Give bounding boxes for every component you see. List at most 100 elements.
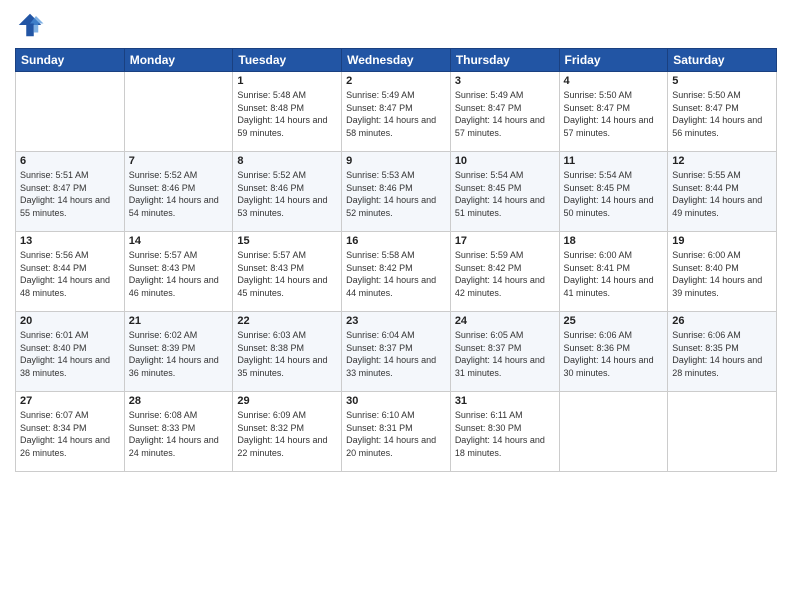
day-number: 16 <box>346 235 446 247</box>
cell-info: Sunrise: 6:04 AMSunset: 8:37 PMDaylight:… <box>346 329 446 379</box>
calendar-cell: 16 Sunrise: 5:58 AMSunset: 8:42 PMDayligh… <box>342 232 451 312</box>
calendar-cell: 24 Sunrise: 6:05 AMSunset: 8:37 PMDayligh… <box>450 312 559 392</box>
cell-info: Sunrise: 5:48 AMSunset: 8:48 PMDaylight:… <box>237 89 337 139</box>
cell-info: Sunrise: 5:49 AMSunset: 8:47 PMDaylight:… <box>346 89 446 139</box>
cell-info: Sunrise: 6:00 AMSunset: 8:41 PMDaylight:… <box>564 249 664 299</box>
cell-info: Sunrise: 5:59 AMSunset: 8:42 PMDaylight:… <box>455 249 555 299</box>
cell-info: Sunrise: 5:53 AMSunset: 8:46 PMDaylight:… <box>346 169 446 219</box>
header <box>15 10 777 40</box>
cell-info: Sunrise: 6:05 AMSunset: 8:37 PMDaylight:… <box>455 329 555 379</box>
header-tuesday: Tuesday <box>233 49 342 72</box>
calendar-table: SundayMondayTuesdayWednesdayThursdayFrid… <box>15 48 777 472</box>
cell-info: Sunrise: 5:54 AMSunset: 8:45 PMDaylight:… <box>564 169 664 219</box>
cell-info: Sunrise: 6:01 AMSunset: 8:40 PMDaylight:… <box>20 329 120 379</box>
day-number: 20 <box>20 315 120 327</box>
calendar-cell: 15 Sunrise: 5:57 AMSunset: 8:43 PMDayligh… <box>233 232 342 312</box>
calendar-week-3: 13 Sunrise: 5:56 AMSunset: 8:44 PMDayligh… <box>16 232 777 312</box>
day-number: 9 <box>346 155 446 167</box>
calendar-cell: 21 Sunrise: 6:02 AMSunset: 8:39 PMDayligh… <box>124 312 233 392</box>
header-monday: Monday <box>124 49 233 72</box>
calendar-header-row: SundayMondayTuesdayWednesdayThursdayFrid… <box>16 49 777 72</box>
calendar-cell: 18 Sunrise: 6:00 AMSunset: 8:41 PMDayligh… <box>559 232 668 312</box>
day-number: 5 <box>672 75 772 87</box>
cell-info: Sunrise: 5:58 AMSunset: 8:42 PMDaylight:… <box>346 249 446 299</box>
day-number: 23 <box>346 315 446 327</box>
calendar-cell <box>559 392 668 472</box>
day-number: 6 <box>20 155 120 167</box>
calendar-cell: 27 Sunrise: 6:07 AMSunset: 8:34 PMDayligh… <box>16 392 125 472</box>
day-number: 17 <box>455 235 555 247</box>
cell-info: Sunrise: 5:57 AMSunset: 8:43 PMDaylight:… <box>237 249 337 299</box>
cell-info: Sunrise: 5:49 AMSunset: 8:47 PMDaylight:… <box>455 89 555 139</box>
day-number: 18 <box>564 235 664 247</box>
logo-icon <box>15 10 45 40</box>
day-number: 8 <box>237 155 337 167</box>
day-number: 26 <box>672 315 772 327</box>
cell-info: Sunrise: 5:50 AMSunset: 8:47 PMDaylight:… <box>672 89 772 139</box>
calendar-cell: 14 Sunrise: 5:57 AMSunset: 8:43 PMDayligh… <box>124 232 233 312</box>
calendar-cell: 6 Sunrise: 5:51 AMSunset: 8:47 PMDaylight… <box>16 152 125 232</box>
day-number: 25 <box>564 315 664 327</box>
calendar-cell: 23 Sunrise: 6:04 AMSunset: 8:37 PMDayligh… <box>342 312 451 392</box>
cell-info: Sunrise: 5:56 AMSunset: 8:44 PMDaylight:… <box>20 249 120 299</box>
header-friday: Friday <box>559 49 668 72</box>
cell-info: Sunrise: 6:08 AMSunset: 8:33 PMDaylight:… <box>129 409 229 459</box>
day-number: 21 <box>129 315 229 327</box>
day-number: 10 <box>455 155 555 167</box>
calendar-cell: 7 Sunrise: 5:52 AMSunset: 8:46 PMDaylight… <box>124 152 233 232</box>
calendar-cell <box>124 72 233 152</box>
calendar-cell: 9 Sunrise: 5:53 AMSunset: 8:46 PMDaylight… <box>342 152 451 232</box>
calendar-cell: 17 Sunrise: 5:59 AMSunset: 8:42 PMDayligh… <box>450 232 559 312</box>
day-number: 22 <box>237 315 337 327</box>
day-number: 27 <box>20 395 120 407</box>
cell-info: Sunrise: 6:07 AMSunset: 8:34 PMDaylight:… <box>20 409 120 459</box>
cell-info: Sunrise: 6:11 AMSunset: 8:30 PMDaylight:… <box>455 409 555 459</box>
day-number: 31 <box>455 395 555 407</box>
calendar-cell: 12Sunrise: 5:55 AMSunset: 8:44 PMDayligh… <box>668 152 777 232</box>
cell-info: Sunrise: 5:50 AMSunset: 8:47 PMDaylight:… <box>564 89 664 139</box>
day-number: 1 <box>237 75 337 87</box>
cell-info: Sunrise: 6:02 AMSunset: 8:39 PMDaylight:… <box>129 329 229 379</box>
calendar-week-4: 20 Sunrise: 6:01 AMSunset: 8:40 PMDayligh… <box>16 312 777 392</box>
calendar-cell: 4Sunrise: 5:50 AMSunset: 8:47 PMDaylight… <box>559 72 668 152</box>
calendar-cell <box>16 72 125 152</box>
calendar-cell: 8 Sunrise: 5:52 AMSunset: 8:46 PMDaylight… <box>233 152 342 232</box>
calendar-cell: 13 Sunrise: 5:56 AMSunset: 8:44 PMDayligh… <box>16 232 125 312</box>
day-number: 15 <box>237 235 337 247</box>
day-number: 2 <box>346 75 446 87</box>
cell-info: Sunrise: 6:10 AMSunset: 8:31 PMDaylight:… <box>346 409 446 459</box>
header-saturday: Saturday <box>668 49 777 72</box>
calendar-week-5: 27 Sunrise: 6:07 AMSunset: 8:34 PMDayligh… <box>16 392 777 472</box>
calendar-cell: 3Sunrise: 5:49 AMSunset: 8:47 PMDaylight… <box>450 72 559 152</box>
calendar-week-1: 1 Sunrise: 5:48 AMSunset: 8:48 PMDaylight… <box>16 72 777 152</box>
calendar-cell: 19Sunrise: 6:00 AMSunset: 8:40 PMDayligh… <box>668 232 777 312</box>
cell-info: Sunrise: 5:52 AMSunset: 8:46 PMDaylight:… <box>129 169 229 219</box>
calendar-week-2: 6 Sunrise: 5:51 AMSunset: 8:47 PMDaylight… <box>16 152 777 232</box>
day-number: 24 <box>455 315 555 327</box>
header-sunday: Sunday <box>16 49 125 72</box>
calendar-cell: 28 Sunrise: 6:08 AMSunset: 8:33 PMDayligh… <box>124 392 233 472</box>
cell-info: Sunrise: 6:06 AMSunset: 8:36 PMDaylight:… <box>564 329 664 379</box>
calendar-cell: 22Sunrise: 6:03 AMSunset: 8:38 PMDayligh… <box>233 312 342 392</box>
day-number: 14 <box>129 235 229 247</box>
cell-info: Sunrise: 5:52 AMSunset: 8:46 PMDaylight:… <box>237 169 337 219</box>
cell-info: Sunrise: 5:55 AMSunset: 8:44 PMDaylight:… <box>672 169 772 219</box>
calendar-cell: 25 Sunrise: 6:06 AMSunset: 8:36 PMDayligh… <box>559 312 668 392</box>
calendar-cell: 31 Sunrise: 6:11 AMSunset: 8:30 PMDayligh… <box>450 392 559 472</box>
day-number: 28 <box>129 395 229 407</box>
day-number: 30 <box>346 395 446 407</box>
day-number: 29 <box>237 395 337 407</box>
cell-info: Sunrise: 6:06 AMSunset: 8:35 PMDaylight:… <box>672 329 772 379</box>
calendar-cell: 30 Sunrise: 6:10 AMSunset: 8:31 PMDayligh… <box>342 392 451 472</box>
cell-info: Sunrise: 5:51 AMSunset: 8:47 PMDaylight:… <box>20 169 120 219</box>
calendar-cell: 5 Sunrise: 5:50 AMSunset: 8:47 PMDaylight… <box>668 72 777 152</box>
calendar-cell: 26 Sunrise: 6:06 AMSunset: 8:35 PMDayligh… <box>668 312 777 392</box>
calendar-cell: 2 Sunrise: 5:49 AMSunset: 8:47 PMDaylight… <box>342 72 451 152</box>
page: SundayMondayTuesdayWednesdayThursdayFrid… <box>0 0 792 612</box>
calendar-cell <box>668 392 777 472</box>
cell-info: Sunrise: 5:57 AMSunset: 8:43 PMDaylight:… <box>129 249 229 299</box>
calendar-cell: 1 Sunrise: 5:48 AMSunset: 8:48 PMDaylight… <box>233 72 342 152</box>
day-number: 7 <box>129 155 229 167</box>
calendar-cell: 10Sunrise: 5:54 AMSunset: 8:45 PMDayligh… <box>450 152 559 232</box>
day-number: 13 <box>20 235 120 247</box>
